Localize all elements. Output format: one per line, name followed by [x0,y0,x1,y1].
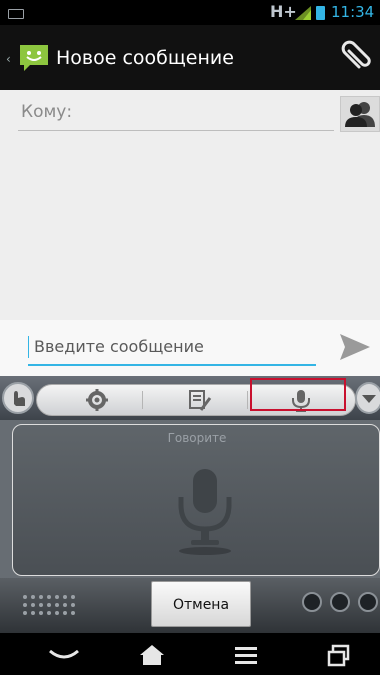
up-chevron-icon[interactable]: ‹ [6,52,11,66]
voice-card: Говорите [12,424,380,576]
network-type-label: H+ [270,2,297,21]
messaging-smiley-icon[interactable] [18,43,50,73]
action-bar: ‹ Новое сообщение [0,25,380,90]
signal-icon [295,6,311,20]
back-icon[interactable] [44,641,84,669]
indicator-dot [358,592,378,612]
text-cursor [28,336,29,358]
toolbar-divider [247,391,248,409]
chevron-down-icon [362,395,376,403]
menu-icon[interactable] [226,641,266,669]
contacts-button[interactable] [340,96,380,132]
hand-gesture-icon [14,391,25,406]
page-title: Новое сообщение [56,47,234,69]
message-placeholder: Введите сообщение [34,337,204,356]
cancel-button[interactable]: Отмена [151,581,251,627]
send-icon[interactable] [338,332,372,362]
indicator-dot [302,592,322,612]
settings-button[interactable] [67,386,127,414]
message-input[interactable]: Введите сообщение [28,328,316,366]
navigation-bar [0,633,380,675]
paperclip-icon[interactable] [340,39,374,73]
message-thread-area: Кому: [0,90,380,320]
keyboard-indicator-icon [8,9,24,19]
battery-icon [316,6,325,20]
keyboard-grid-icon[interactable] [22,594,76,616]
voice-input-panel: Говорите [0,420,380,578]
selected-highlight [250,378,346,411]
speak-prompt: Говорите [167,431,227,445]
clock: 11:34 [331,3,375,21]
edit-button[interactable] [169,386,229,414]
compose-bar: Введите сообщение [0,320,380,376]
recent-apps-icon[interactable] [320,641,360,669]
more-options-button[interactable] [355,382,380,414]
large-microphone-icon[interactable] [175,467,235,557]
recipient-field[interactable]: Кому: [18,100,334,131]
toolbar-divider [142,391,143,409]
edit-note-icon [189,390,212,411]
keyboard-bottom-row: Отмена [0,578,380,633]
contacts-icon [345,102,375,127]
home-icon[interactable] [132,641,172,669]
settings-gear-icon [86,389,108,411]
recipient-label: Кому: [21,102,73,122]
indicator-dot [330,592,350,612]
status-bar: H+ 11:34 [0,0,380,25]
keyboard-switch-button[interactable] [2,382,34,414]
